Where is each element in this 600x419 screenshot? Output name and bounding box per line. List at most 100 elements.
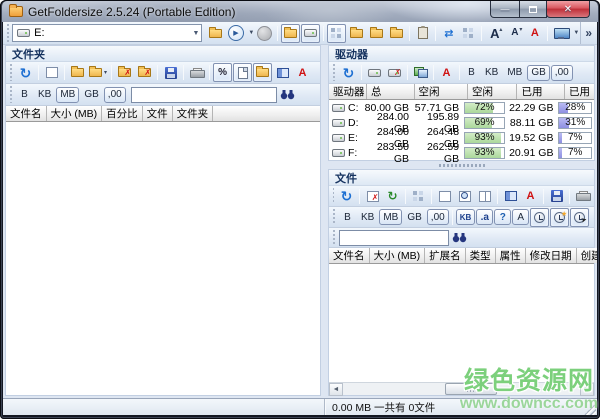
refresh-folders-button[interactable]: ↻ [16, 63, 35, 82]
unit-b-button[interactable]: B [463, 65, 480, 81]
unit-gb-button[interactable]: GB [403, 209, 425, 225]
fit-columns-button[interactable] [501, 187, 520, 206]
fit-columns-button[interactable] [273, 63, 292, 82]
clear-selection-button[interactable] [42, 63, 61, 82]
files-search-button[interactable] [450, 228, 469, 247]
toolbar-grip[interactable] [332, 230, 336, 245]
refresh-all-button[interactable]: ⇄ [439, 24, 458, 43]
refresh-drives-button[interactable]: ↻ [339, 63, 358, 82]
unit-gb-button[interactable]: GB [80, 87, 102, 103]
toolbar-grip[interactable] [332, 188, 334, 204]
delete-file-button[interactable]: ✗ [363, 187, 382, 206]
column-size[interactable]: 大小 (MB) [47, 106, 103, 121]
unit-mb-button[interactable]: MB [56, 87, 79, 103]
clipboard-button[interactable] [413, 24, 432, 43]
save-report-button[interactable] [547, 187, 566, 206]
column-free-percent[interactable]: 空闲 [468, 84, 518, 99]
font-color-button[interactable]: A [521, 187, 540, 206]
split-view-button[interactable] [475, 187, 494, 206]
unit-decimals-button[interactable]: ,00 [427, 209, 449, 225]
column-size[interactable]: 大小 (MB) [370, 248, 426, 263]
files-search-input[interactable] [339, 230, 449, 246]
column-created[interactable]: 创建 [577, 248, 597, 263]
open-in-explorer-button[interactable] [68, 63, 87, 82]
show-attributes-column-toggle[interactable]: A [512, 209, 529, 225]
open-folder-button[interactable] [347, 24, 366, 43]
show-files-toggle[interactable] [327, 24, 346, 43]
view-mode-dropdown[interactable]: ▼ [573, 30, 579, 36]
clear-filter-button[interactable] [435, 187, 454, 206]
font-larger-button[interactable]: A▴ [485, 24, 504, 43]
toolbar-grip[interactable] [9, 86, 13, 103]
network-drives-button[interactable] [411, 63, 430, 82]
vertical-splitter[interactable] [321, 45, 328, 398]
column-free[interactable]: 空闲 [415, 84, 468, 99]
unmap-drive-button[interactable]: ✗ [385, 63, 404, 82]
folder-up-button[interactable] [367, 24, 386, 43]
unit-gb-button[interactable]: GB [527, 65, 549, 81]
folders-search-input[interactable] [131, 87, 277, 103]
scan-path-combobox[interactable]: E: ▼ [12, 24, 202, 42]
start-scan-button[interactable]: ▶ [226, 24, 245, 43]
scrollbar-thumb[interactable] [445, 383, 497, 395]
delete-folder-button[interactable]: ✗ [115, 63, 134, 82]
column-used[interactable]: 已用 [517, 84, 565, 99]
preview-button[interactable] [455, 187, 474, 206]
unit-decimals-button[interactable]: ,00 [104, 87, 126, 103]
column-extension[interactable]: 扩展名 [425, 248, 466, 263]
browse-folder-button[interactable] [206, 24, 225, 43]
unit-mb-button[interactable]: MB [379, 209, 402, 225]
font-color-button[interactable]: A [525, 24, 544, 43]
column-folders[interactable]: 文件夹 [173, 106, 214, 121]
unit-kb-button[interactable]: KB [34, 87, 55, 103]
column-total[interactable]: 总 [367, 84, 415, 99]
files-list[interactable] [329, 264, 594, 382]
recycle-file-button[interactable]: ↻ [383, 187, 402, 206]
toolbar-grip[interactable] [332, 209, 336, 225]
column-type[interactable]: 类型 [466, 248, 496, 263]
print-button[interactable] [187, 63, 206, 82]
toolbar-grip[interactable] [6, 24, 9, 42]
stop-scan-button[interactable] [255, 24, 274, 43]
files-horizontal-scrollbar[interactable]: ◄ ► [329, 382, 594, 395]
folders-list[interactable] [6, 122, 320, 395]
show-created-column-toggle[interactable]: ★ [550, 208, 569, 227]
horizontal-splitter[interactable] [328, 161, 595, 169]
show-accessed-column-toggle[interactable]: ➤ [570, 208, 589, 227]
resize-grip[interactable] [584, 403, 596, 415]
print-button[interactable] [573, 187, 592, 206]
combo-dropdown-icon[interactable]: ▼ [192, 30, 199, 37]
minimize-button[interactable]: — [490, 1, 520, 18]
show-drives-toggle[interactable] [301, 24, 320, 43]
toolbar-grip[interactable] [332, 64, 336, 81]
column-files[interactable]: 文件 [143, 106, 173, 121]
unit-mb-button[interactable]: MB [503, 65, 526, 81]
show-extension-column-toggle[interactable]: .a [476, 209, 493, 225]
start-scan-dropdown[interactable]: ▼ [248, 30, 254, 36]
column-percent[interactable]: 百分比 [102, 106, 143, 121]
column-used-percent[interactable]: 已用 [565, 84, 594, 99]
map-drive-button[interactable] [365, 63, 384, 82]
refresh-files-button[interactable]: ↻ [337, 187, 356, 206]
unit-b-button[interactable]: B [16, 87, 33, 103]
recycle-folder-button[interactable]: ✗ [135, 63, 154, 82]
show-type-column-toggle[interactable]: ? [494, 209, 511, 225]
folders-search-button[interactable] [278, 85, 297, 104]
title-bar[interactable]: GetFoldersize 2.5.24 (Portable Edition) … [2, 1, 598, 22]
scan-options-button[interactable] [459, 24, 478, 43]
unit-kb-button[interactable]: KB [481, 65, 502, 81]
scrollbar-track[interactable] [343, 383, 580, 396]
save-report-button[interactable] [161, 63, 180, 82]
column-modified[interactable]: 修改日期 [526, 248, 577, 263]
close-button[interactable]: ✕ [546, 1, 590, 18]
scroll-left-button[interactable]: ◄ [329, 383, 343, 396]
show-files-count-toggle[interactable] [233, 63, 252, 82]
font-color-button[interactable]: A [437, 63, 456, 82]
unit-decimals-button[interactable]: ,00 [551, 65, 573, 81]
toolbar-grip[interactable] [9, 64, 13, 81]
drive-row-f[interactable]: F: 283.50 GB 262.59 GB 93% 20.91 GB 7% [329, 145, 594, 160]
show-percent-toggle[interactable]: % [213, 63, 232, 82]
column-attributes[interactable]: 属性 [496, 248, 526, 263]
unit-kb-button[interactable]: KB [357, 209, 378, 225]
scroll-right-button[interactable]: ► [580, 383, 594, 396]
